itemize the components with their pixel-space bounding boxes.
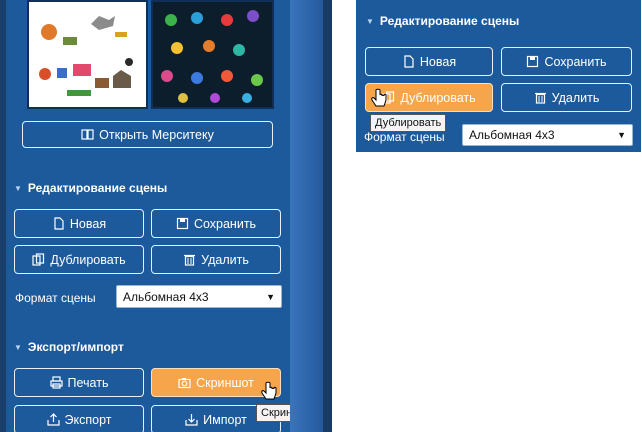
- right-edit-scene-section-header[interactable]: ▼ Редактирование сцены: [366, 14, 519, 28]
- print-button[interactable]: Печать: [14, 368, 144, 397]
- delete-scene-button[interactable]: Удалить: [151, 245, 281, 274]
- file-icon: [52, 217, 65, 230]
- screenshot-label: Скриншот: [196, 375, 254, 390]
- delete-scene-label: Удалить: [201, 252, 249, 267]
- download-icon: [185, 413, 198, 426]
- chevron-down-icon: ▼: [14, 342, 22, 352]
- right-scene-format-select[interactable]: Альбомная 4x3 ▼: [462, 124, 633, 146]
- export-import-section-title: Экспорт/импорт: [27, 340, 124, 354]
- printer-icon: [49, 376, 63, 389]
- export-button[interactable]: Экспорт: [14, 405, 144, 432]
- chevron-down-icon: ▼: [14, 183, 22, 193]
- book-icon: [81, 128, 94, 141]
- right-new-scene-label: Новая: [419, 54, 457, 69]
- new-scene-button[interactable]: Новая: [14, 209, 144, 238]
- chevron-down-icon: ▼: [617, 130, 626, 140]
- scene-thumbnail-1[interactable]: [27, 0, 148, 109]
- right-save-scene-button[interactable]: Сохранить: [501, 47, 632, 76]
- scene-thumbnail-1-image: [29, 2, 146, 107]
- open-mersiteka-label: Открыть Мерситеку: [99, 127, 214, 142]
- left-sidebar-panel: Открыть Мерситеку ▼ Редактирование сцены…: [0, 0, 290, 432]
- save-scene-button[interactable]: Сохранить: [151, 209, 281, 238]
- right-edit-scene-section-title: Редактирование сцены: [379, 14, 520, 28]
- floppy-icon: [526, 55, 539, 68]
- scene-format-value: Альбомная 4x3: [123, 289, 209, 304]
- export-import-section-header[interactable]: ▼ Экспорт/импорт: [14, 340, 124, 354]
- export-label: Экспорт: [64, 412, 112, 427]
- scene-format-select[interactable]: Альбомная 4x3 ▼: [116, 285, 282, 308]
- page-edge-strip: [290, 0, 332, 432]
- trash-icon: [534, 91, 547, 104]
- upload-icon: [46, 413, 60, 426]
- chevron-down-icon: ▼: [266, 291, 275, 302]
- chevron-down-icon: ▼: [366, 16, 374, 26]
- new-scene-label: Новая: [69, 216, 107, 231]
- import-label: Импорт: [203, 412, 247, 427]
- scene-thumbnail-2-image: [153, 2, 272, 107]
- camera-icon: [178, 376, 191, 389]
- floppy-icon: [176, 217, 189, 230]
- trash-icon: [183, 253, 196, 266]
- duplicate-scene-label: Дублировать: [50, 252, 126, 267]
- scene-thumbnail-2[interactable]: [151, 0, 274, 109]
- right-new-scene-button[interactable]: Новая: [365, 47, 493, 76]
- duplicate-scene-button[interactable]: Дублировать: [14, 245, 144, 274]
- page-edge-shadow: [323, 0, 332, 432]
- print-label: Печать: [67, 375, 109, 390]
- right-delete-scene-button[interactable]: Удалить: [501, 83, 632, 112]
- right-duplicate-scene-label: Дублировать: [400, 90, 476, 105]
- edit-scene-section-header[interactable]: ▼ Редактирование сцены: [14, 181, 167, 195]
- edit-scene-section-title: Редактирование сцены: [27, 181, 168, 195]
- file-icon: [402, 55, 415, 68]
- right-delete-scene-label: Удалить: [551, 90, 600, 105]
- duplicate-tooltip: Дублировать: [370, 114, 447, 132]
- right-zoom-panel: ▼ Редактирование сцены Новая Сохранить Д…: [356, 0, 641, 152]
- right-scene-format-value: Альбомная 4x3: [469, 128, 555, 142]
- open-mersiteka-button[interactable]: Открыть Мерситеку: [22, 121, 273, 148]
- copy-icon: [32, 253, 45, 266]
- right-scene-format-label: Формат сцены: [364, 130, 445, 144]
- right-save-scene-label: Сохранить: [544, 54, 607, 69]
- scene-format-label: Формат сцены: [15, 291, 96, 305]
- hand-cursor-icon: [370, 88, 388, 115]
- save-scene-label: Сохранить: [193, 216, 257, 231]
